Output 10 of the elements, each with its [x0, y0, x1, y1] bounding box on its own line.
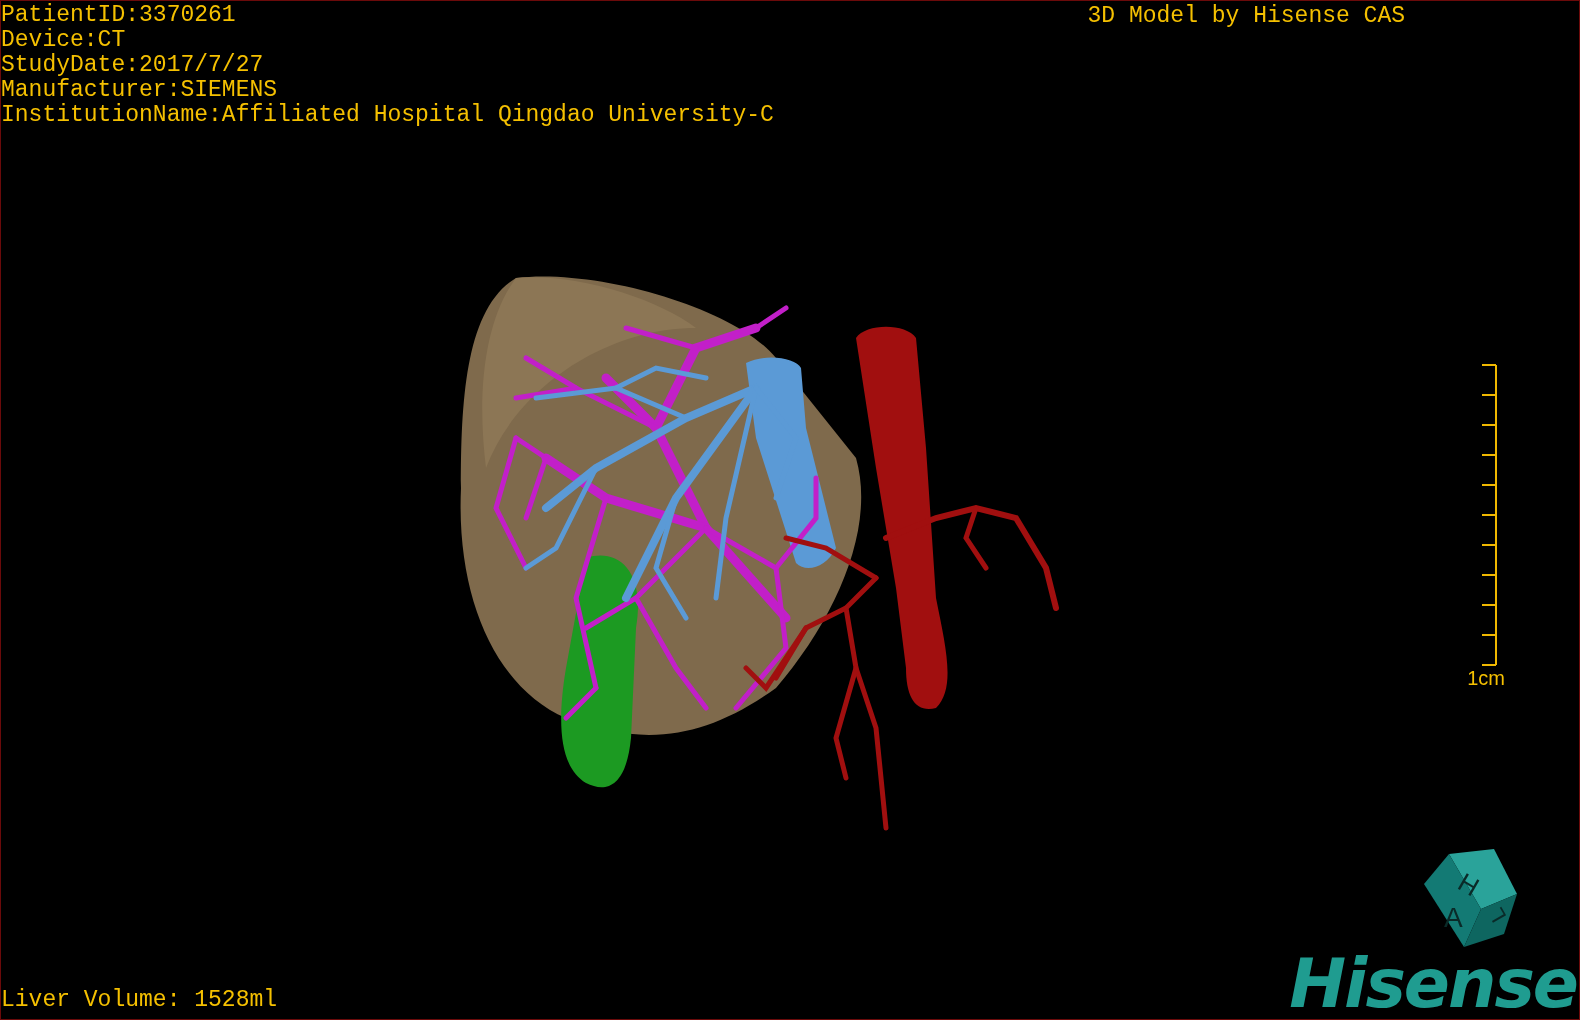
scale-label: 1cm: [1467, 667, 1505, 689]
brand-logo: Hisense: [1289, 949, 1577, 1019]
patient-info-text: StudyDate:2017/7/27: [1, 53, 265, 78]
patient-info-text: Device:CT: [1, 28, 127, 53]
patient-info-text: InstitutionName:Affiliated Hospital Qingdao University-C: [1, 103, 774, 128]
viewer-title: 3D Model by Hisense CAS: [1087, 4, 1405, 31]
patient-info-text: Manufacturer:SIEMENS: [1, 78, 279, 103]
scale-bar-icon: [1479, 363, 1499, 667]
liver-volume-text: Liver Volume: 1528ml: [1, 988, 278, 1013]
patient-info-text: PatientID:3370261: [1, 3, 237, 28]
